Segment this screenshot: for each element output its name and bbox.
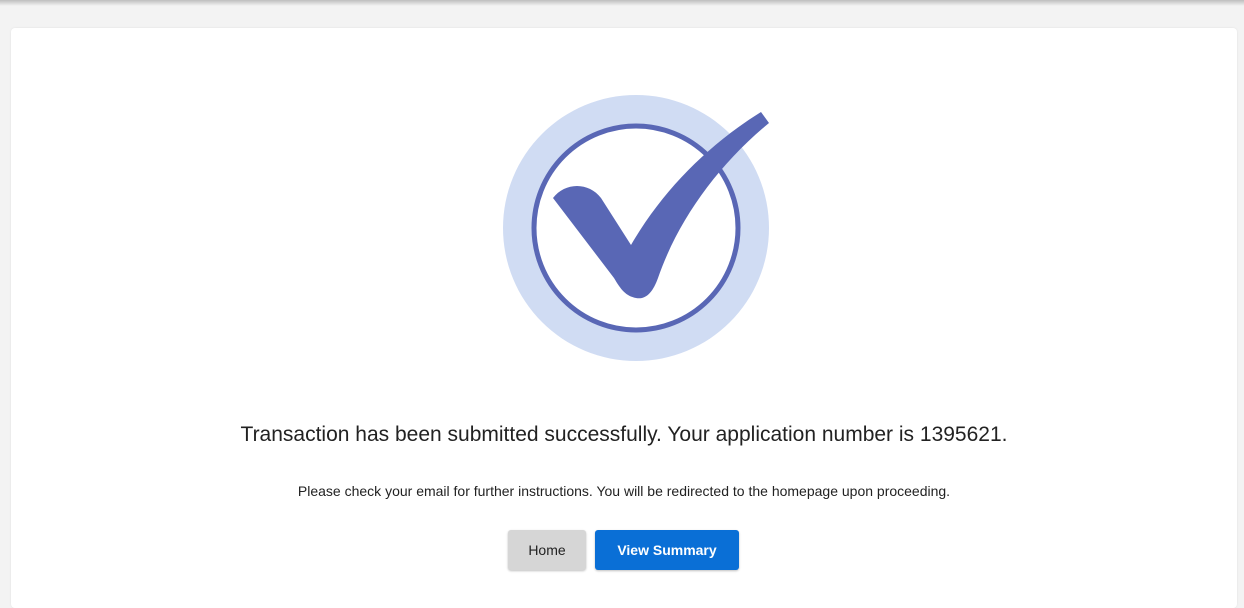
confirmation-message: Transaction has been submitted successfu… <box>240 423 1008 446</box>
confirmation-card: Transaction has been submitted successfu… <box>11 28 1237 608</box>
view-summary-button[interactable]: View Summary <box>595 530 739 570</box>
home-button[interactable]: Home <box>508 530 586 570</box>
top-bar-shadow <box>0 0 1244 6</box>
confirmation-instructions: Please check your email for further inst… <box>297 483 951 499</box>
check-circle-icon <box>503 95 769 361</box>
